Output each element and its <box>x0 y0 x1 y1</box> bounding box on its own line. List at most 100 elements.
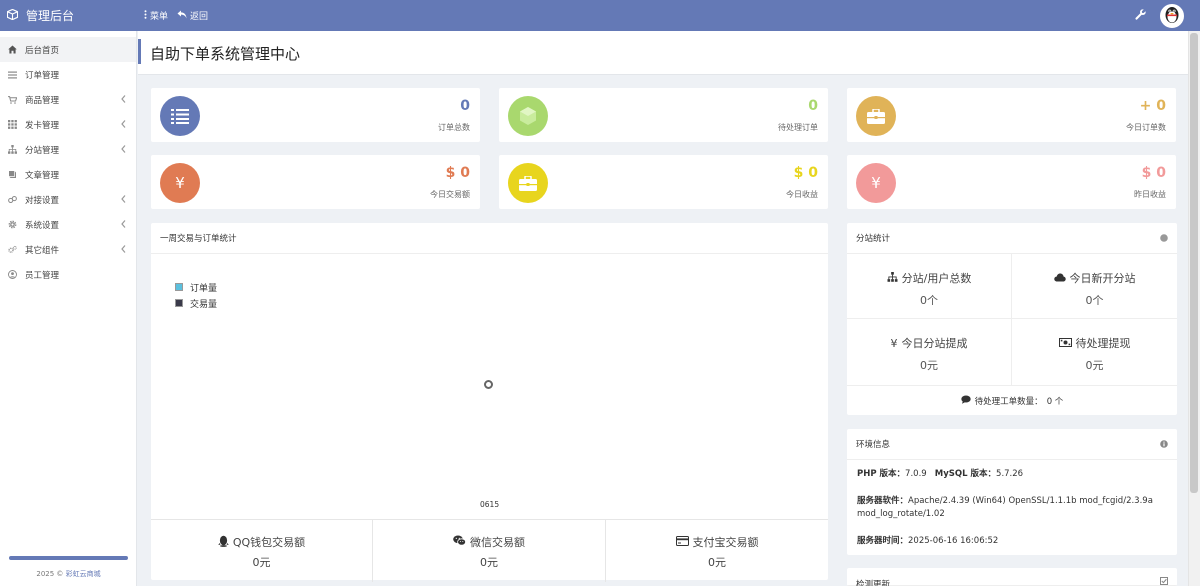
sidebar-item-substations[interactable]: 分站管理 <box>0 137 136 162</box>
sidebar-item-label: 对接设置 <box>25 195 60 206</box>
cell-value: 0个 <box>1085 294 1104 307</box>
cell-title: 分站/用户总数 <box>847 270 1011 286</box>
env-panel-title: 环境信息 <box>856 440 891 450</box>
page-scrollbar-thumb[interactable] <box>1190 33 1198 493</box>
sidebar-item-label: 分站管理 <box>25 145 60 156</box>
pending-tickets[interactable]: 待处理工单数量： 0 个 <box>847 385 1177 415</box>
payment-value: 0元 <box>480 556 498 569</box>
sidebar-item-articles[interactable]: 文章管理 <box>0 162 136 187</box>
sidebar-item-label: 文章管理 <box>25 170 60 181</box>
top-right-tools <box>1135 0 1184 31</box>
yen-icon: ¥ <box>160 163 200 203</box>
software-label: 服务器软件： <box>857 496 909 506</box>
stat-card-yesterday-income: ¥ $ 0 昨日收益 <box>847 155 1176 209</box>
grid-icon <box>8 120 17 129</box>
sidebar-item-products[interactable]: 商品管理 <box>0 87 136 112</box>
chart-panel-header: 一周交易与订单统计 <box>151 223 828 254</box>
wrench-icon[interactable] <box>1135 8 1146 23</box>
substation-pending-withdraw: 待处理提现 0元 <box>1012 319 1177 385</box>
credit-card-icon <box>675 535 689 549</box>
cube-icon <box>508 96 548 136</box>
env-php-mysql: PHP 版本：7.0.9 MySQL 版本：5.7.26 <box>857 468 1172 481</box>
sidebar-item-orders[interactable]: 订单管理 <box>0 62 136 87</box>
chevron-left-icon <box>121 145 126 156</box>
sidebar-item-system-settings[interactable]: 系统设置 <box>0 212 136 237</box>
status-dot-icon[interactable] <box>1160 234 1168 245</box>
home-icon <box>8 45 17 54</box>
stat-card-today-orders: + 0 今日订单数 <box>847 88 1176 142</box>
back-label: 返回 <box>190 12 209 22</box>
chevron-left-icon <box>121 195 126 206</box>
cloud-icon <box>1053 272 1066 285</box>
sidebar-item-integration[interactable]: 对接设置 <box>0 187 136 212</box>
sidebar-item-dashboard[interactable]: 后台首页 <box>0 37 136 62</box>
cogs-icon <box>8 245 17 254</box>
legend-item-orders[interactable]: 订单量 <box>175 279 217 295</box>
payment-qq: QQ钱包交易额 0元 <box>151 519 373 582</box>
x-axis-tick: 0615 <box>480 500 500 509</box>
stat-label: 今日订单数 <box>1126 123 1166 132</box>
copyright-link[interactable]: 彩虹云商城 <box>66 570 101 578</box>
sidebar-item-label: 后台首页 <box>25 45 60 56</box>
list-icon <box>160 96 200 136</box>
ticket-label: 待处理工单数量： <box>974 396 1043 407</box>
menu-toggle-button[interactable]: 菜单 <box>144 9 168 22</box>
stat-label: 昨日收益 <box>1134 190 1166 199</box>
brand[interactable]: 管理后台 <box>0 0 137 31</box>
checkbox-icon[interactable] <box>1160 577 1168 586</box>
cell-label: 今日新开分站 <box>1069 272 1136 285</box>
cell-label: 今日分站提成 <box>901 337 968 350</box>
page-title: 自助下单系统管理中心 <box>150 45 301 63</box>
payment-alipay: 支付宝交易额 0元 <box>606 519 828 582</box>
sidebar-item-label: 其它组件 <box>25 245 60 256</box>
chevron-left-icon <box>121 220 126 231</box>
sidebar-progress-bar <box>9 556 128 560</box>
qq-icon <box>218 535 229 550</box>
penguin-avatar-icon <box>1162 6 1182 26</box>
cell-value: 0个 <box>920 294 938 307</box>
env-server-time: 服务器时间：2025-06-16 16:06:52 <box>857 535 1172 548</box>
sidebar-item-staff[interactable]: 员工管理 <box>0 262 136 287</box>
cell-label: 待处理提现 <box>1075 337 1131 350</box>
sidebar-item-label: 订单管理 <box>25 70 60 81</box>
stat-value: $ 0 <box>445 165 470 181</box>
gear-icon <box>8 220 17 229</box>
reply-arrow-icon <box>177 10 187 22</box>
page-header: 自助下单系统管理中心 <box>138 31 1188 75</box>
copyright-prefix: 2025 © <box>36 570 66 578</box>
cell-title: ¥ 今日分站提成 <box>847 335 1011 351</box>
env-server-software: 服务器软件：Apache/2.4.39 (Win64) OpenSSL/1.1.… <box>857 495 1172 521</box>
update-panel-header: 检测更新 <box>847 568 1177 586</box>
page-header-accent <box>138 39 141 64</box>
legend-label: 交易量 <box>190 299 218 310</box>
book-icon <box>8 170 17 179</box>
cell-value: 0元 <box>1085 359 1104 372</box>
sidebar-item-label: 商品管理 <box>25 95 60 106</box>
sitemap-icon <box>8 145 17 154</box>
payment-value: 0元 <box>252 556 271 569</box>
sidebar-item-cards[interactable]: 发卡管理 <box>0 112 136 137</box>
chart-panel: 一周交易与订单统计 订单量 交易量 0615 QQ钱包交易额 0元 微信交易额 … <box>151 223 828 582</box>
cube-logo-icon <box>6 8 19 23</box>
cell-title: 待处理提现 <box>1012 335 1177 351</box>
payment-label: 微信交易额 <box>470 536 525 549</box>
stat-label: 今日收益 <box>786 190 818 199</box>
stat-value: + 0 <box>1139 98 1166 114</box>
stat-card-total-orders: 0 订单总数 <box>151 88 480 142</box>
legend-item-transactions[interactable]: 交易量 <box>175 295 217 311</box>
stat-label: 今日交易额 <box>430 190 470 199</box>
user-avatar[interactable] <box>1160 3 1184 28</box>
stat-value: $ 0 <box>793 165 818 181</box>
wechat-icon <box>453 535 467 549</box>
substation-panel-header: 分站统计 <box>847 223 1177 254</box>
mysql-label: MySQL 版本： <box>934 469 997 479</box>
stat-value: 0 <box>460 98 470 114</box>
legend-swatch <box>175 283 183 291</box>
substation-new-today: 今日新开分站 0个 <box>1012 254 1177 319</box>
yen-icon: ¥ <box>890 336 898 350</box>
back-button[interactable]: 返回 <box>177 9 208 22</box>
ticket-value: 0 个 <box>1046 396 1064 407</box>
info-icon[interactable] <box>1160 440 1168 451</box>
sidebar-item-other-components[interactable]: 其它组件 <box>0 237 136 262</box>
update-panel: 检测更新 <box>847 568 1177 586</box>
